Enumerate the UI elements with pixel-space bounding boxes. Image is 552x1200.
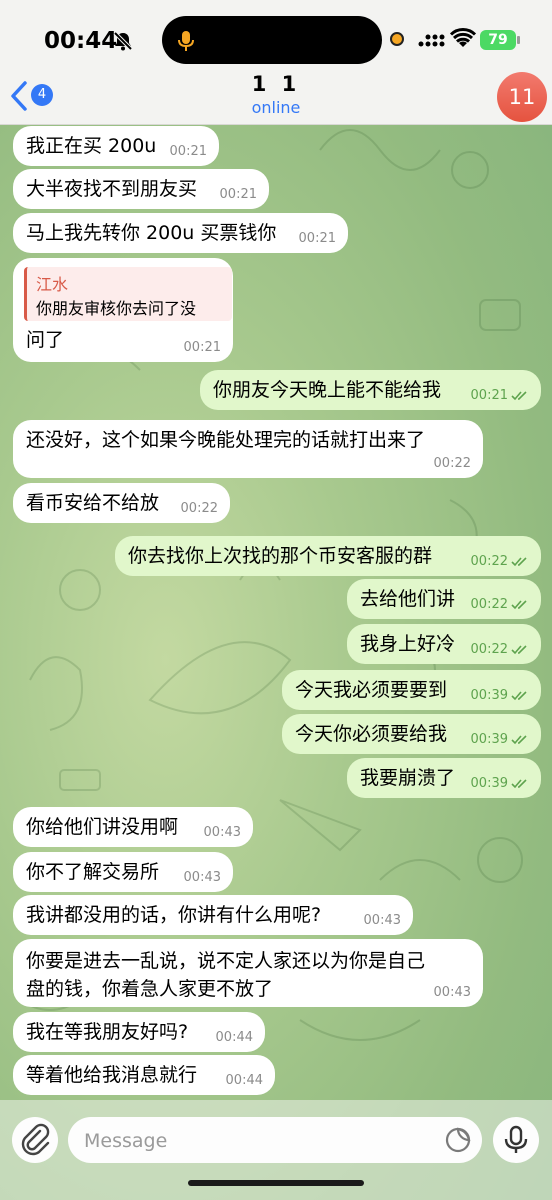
message-text: 你去找你上次找的那个币安客服的群 (128, 545, 433, 567)
message-line: 你要是进去一乱说，说不定人家还以为你是自己 (26, 950, 426, 972)
attach-paperclip-icon (21, 1123, 50, 1156)
status-time: 00:44 (44, 28, 118, 54)
microphone-icon (504, 1125, 528, 1153)
battery-tip (517, 36, 520, 44)
message-text: 还没好，这个如果今晚能处理完的话就打出来了 (26, 429, 426, 451)
message-line: 盘的钱，你着急人家更不放了 (26, 978, 274, 1000)
double-check-icon (511, 734, 527, 744)
message-time: 00:21 (183, 340, 221, 355)
sticker-icon[interactable] (444, 1126, 472, 1154)
double-check-icon (511, 690, 527, 700)
message-time: 00:21 (169, 144, 207, 159)
message-text: 今天你必须要给我 (295, 723, 448, 745)
message-time: 00:21 (471, 388, 529, 403)
message-time: 00:39 (471, 688, 529, 703)
double-check-icon (511, 556, 527, 566)
message-time: 00:44 (215, 1030, 253, 1045)
double-check-icon (511, 644, 527, 654)
mute-bell-icon (113, 31, 133, 51)
message-text: 去给他们讲 (360, 588, 456, 610)
message-text: 今天我必须要要到 (295, 679, 448, 701)
message-incoming[interactable]: 大半夜找不到朋友买 00:21 (13, 169, 269, 209)
message-text: 你给他们讲没用啊 (26, 816, 179, 838)
reply-author: 江水 (36, 275, 69, 294)
message-outgoing[interactable]: 你去找你上次找的那个币安客服的群 00:22 (115, 536, 541, 576)
message-text: 大半夜找不到朋友买 (26, 178, 198, 200)
double-check-icon (511, 778, 527, 788)
message-incoming[interactable]: 你要是进去一乱说，说不定人家还以为你是自己 盘的钱，你着急人家更不放了 00:4… (13, 939, 483, 1007)
message-incoming[interactable]: 马上我先转你 200u 买票钱你 00:21 (13, 213, 348, 253)
message-time: 00:22 (433, 456, 471, 471)
message-time: 00:21 (298, 231, 336, 246)
message-time: 00:39 (471, 776, 529, 791)
message-text: 你朋友今天晚上能不能给我 (213, 379, 442, 401)
message-text: 你不了解交易所 (26, 861, 160, 883)
message-input[interactable] (82, 1117, 426, 1165)
message-text: 我讲都没用的话，你讲有什么用呢? (26, 904, 322, 926)
message-outgoing[interactable]: 你朋友今天晚上能不能给我 00:21 (200, 370, 541, 410)
message-incoming[interactable]: 我正在买 200u 00:21 (13, 126, 219, 166)
message-text: 问了 (26, 329, 65, 351)
message-time: 00:21 (219, 187, 257, 202)
chat-title[interactable]: 1 1 (0, 72, 552, 96)
message-text: 我在等我朋友好吗? (26, 1021, 189, 1043)
message-field-container (68, 1117, 482, 1165)
message-text: 你要是进去一乱说，说不定人家还以为你是自己 盘的钱，你着急人家更不放了 (26, 947, 425, 1003)
message-incoming[interactable]: 你不了解交易所 00:43 (13, 852, 233, 892)
message-text: 马上我先转你 200u 买票钱你 (26, 222, 277, 244)
message-time: 00:44 (225, 1073, 263, 1088)
message-time: 00:43 (183, 870, 221, 885)
message-time: 00:43 (203, 825, 241, 840)
message-outgoing[interactable]: 我身上好冷 00:22 (347, 624, 541, 664)
battery-indicator: 79 (480, 30, 516, 50)
avatar[interactable]: 11 (497, 72, 547, 122)
recording-dot (390, 32, 404, 46)
message-incoming[interactable]: 你给他们讲没用啊 00:43 (13, 807, 253, 847)
message-time: 00:22 (471, 597, 529, 612)
voice-record-button[interactable] (493, 1117, 539, 1163)
double-check-icon (511, 390, 527, 400)
message-time: 00:22 (471, 554, 529, 569)
message-time: 00:22 (471, 642, 529, 657)
message-text: 我要崩溃了 (360, 767, 456, 789)
message-outgoing[interactable]: 今天你必须要给我 00:39 (282, 714, 541, 754)
message-incoming[interactable]: 等着他给我消息就行 00:44 (13, 1055, 275, 1095)
message-outgoing[interactable]: 今天我必须要要到 00:39 (282, 670, 541, 710)
message-time: 00:39 (471, 732, 529, 747)
attach-button[interactable] (12, 1117, 58, 1163)
message-incoming[interactable]: 看币安给不给放 00:22 (13, 483, 230, 523)
message-text: 我身上好冷 (360, 633, 456, 655)
chat-status: online (251, 98, 301, 117)
message-incoming[interactable]: 我讲都没用的话，你讲有什么用呢? 00:43 (13, 895, 413, 935)
wifi-icon (450, 28, 476, 47)
double-check-icon (511, 599, 527, 609)
reply-quote[interactable]: 江水 你朋友审核你去问了没 (24, 267, 232, 321)
message-text: 看币安给不给放 (26, 492, 160, 514)
message-time: 00:43 (363, 913, 401, 928)
message-time: 00:22 (180, 501, 218, 516)
message-outgoing[interactable]: 去给他们讲 00:22 (347, 579, 541, 619)
message-incoming-reply[interactable]: 江水 你朋友审核你去问了没 问了 00:21 (13, 258, 233, 362)
message-incoming[interactable]: 我在等我朋友好吗? 00:44 (13, 1012, 265, 1052)
message-time: 00:43 (433, 985, 471, 1000)
message-incoming[interactable]: 还没好，这个如果今晚能处理完的话就打出来了 00:22 (13, 420, 483, 478)
message-text: 等着他给我消息就行 (26, 1064, 198, 1086)
reply-text: 你朋友审核你去问了没 (36, 299, 197, 318)
home-indicator (188, 1180, 364, 1186)
cellular-signal-icon (418, 34, 445, 47)
microphone-indicator-icon (178, 31, 194, 51)
message-outgoing[interactable]: 我要崩溃了 00:39 (347, 758, 541, 798)
message-text: 我正在买 200u (26, 135, 157, 157)
